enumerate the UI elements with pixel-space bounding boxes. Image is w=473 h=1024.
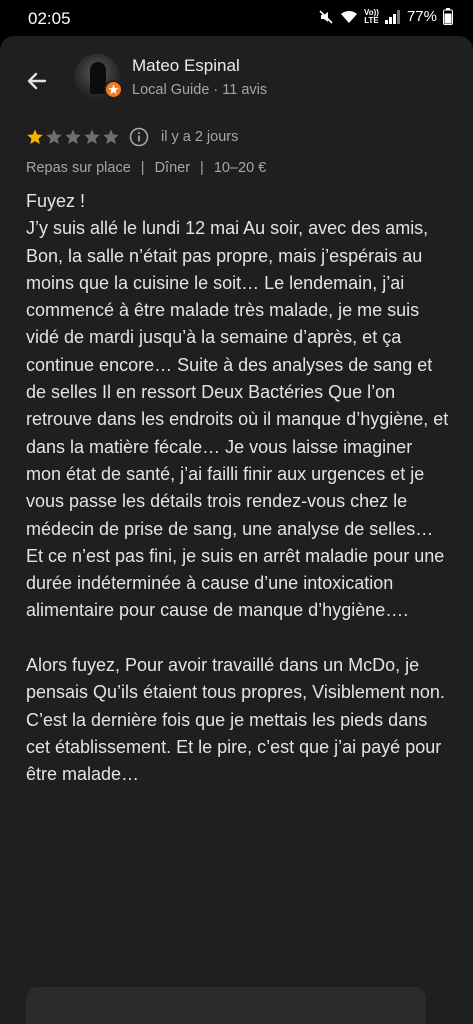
tag-meal: Dîner: [154, 160, 191, 176]
battery-percent: 77%: [406, 8, 437, 25]
star-empty-icon: [46, 129, 62, 145]
wifi-icon: [341, 10, 357, 23]
tag-price: 10–20 €: [213, 160, 267, 176]
rating-row: il y a 2 jours: [26, 127, 238, 147]
review-sheet: Mateo Espinal Local Guide · 11 avis il y…: [0, 36, 473, 1024]
volte-lte-indicator: Vo)) LTE: [364, 7, 379, 25]
local-guide-badge-icon: [104, 80, 123, 99]
star-empty-icon: [65, 129, 81, 145]
star-rating: [26, 128, 121, 146]
review-text: Fuyez ! J’y suis allé le lundi 12 mai Au…: [26, 191, 449, 785]
status-icons: Vo)) LTE 77%: [318, 8, 453, 25]
arrow-back-icon: [27, 72, 47, 90]
battery-icon: [443, 8, 453, 25]
author-name[interactable]: Mateo Espinal: [132, 56, 240, 76]
star-empty-icon: [84, 129, 100, 145]
bottom-card[interactable]: [26, 987, 426, 1024]
review-date: il y a 2 jours: [161, 129, 239, 145]
status-bar: 02:05 Vo)) LTE 77%: [0, 0, 473, 36]
status-time: 02:05: [28, 9, 71, 28]
author-meta: Local Guide · 11 avis: [132, 82, 268, 98]
back-button[interactable]: [22, 66, 52, 96]
star-filled-icon: [27, 129, 43, 145]
tag-service: Repas sur place: [26, 160, 131, 176]
info-icon[interactable]: [129, 127, 149, 147]
visit-tags: Repas sur place | Dîner | 10–20 €: [26, 160, 266, 176]
signal-icon: [384, 9, 400, 24]
star-empty-icon: [103, 129, 119, 145]
tag-separator: |: [140, 160, 145, 176]
mute-icon: [319, 9, 333, 24]
tag-separator: |: [200, 160, 204, 176]
